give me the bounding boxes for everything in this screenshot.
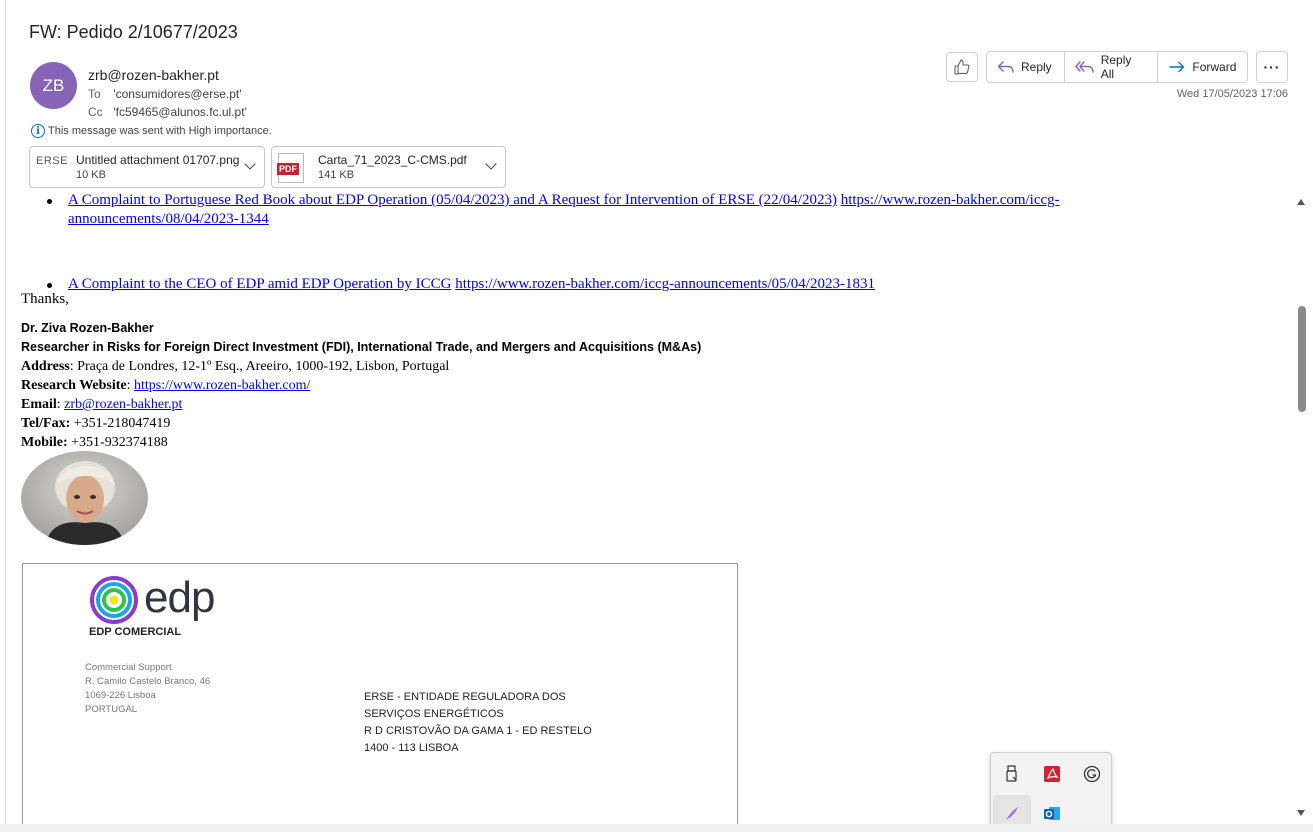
cc-row: Cc 'fc59465@alunos.fc.ul.pt' [88, 105, 247, 119]
sig-mobile: Mobile: +351-932374188 [21, 433, 701, 452]
chevron-down-icon[interactable] [244, 158, 256, 170]
thanks-text: Thanks, [21, 291, 69, 307]
edp-brand: edp [144, 573, 215, 622]
grammarly-icon[interactable] [1073, 755, 1111, 793]
list-item: A Complaint to Portuguese Red Book about… [47, 191, 1158, 229]
signature-photo [21, 451, 148, 545]
importance-text: This message was sent with High importan… [48, 125, 272, 137]
forward-arrow-icon [1169, 61, 1185, 73]
reply-button[interactable]: Reply [987, 52, 1064, 82]
signature: Dr. Ziva Rozen-Bakher Researcher in Risk… [21, 319, 701, 452]
address-label: Address [21, 359, 70, 374]
acrobat-icon[interactable] [1033, 755, 1071, 793]
iccg-url-link-2[interactable]: https://www.rozen-bakher.com/iccg-announ… [455, 276, 875, 292]
chevron-down-icon[interactable] [485, 158, 497, 170]
pdf-badge: PDF [277, 163, 299, 175]
complaint-ceo-link[interactable]: A Complaint to the CEO of EDP amid EDP O… [68, 276, 451, 292]
edp-company: EDP COMERCIAL [89, 626, 182, 638]
pane-divider [5, 0, 6, 832]
scrollbar-thumb[interactable] [1298, 306, 1306, 412]
sender-address[interactable]: zrb@rozen-bakher.pt [88, 67, 219, 83]
complaint-red-book-link[interactable]: A Complaint to Portuguese Red Book about… [68, 192, 837, 208]
message-actions: Reply Reply All Forward [986, 51, 1248, 83]
more-actions-button[interactable]: ··· [1256, 51, 1288, 83]
thumbs-up-icon [954, 59, 970, 75]
sig-name: Dr. Ziva Rozen-Bakher [21, 321, 154, 335]
attachment-png[interactable]: ERSE Untitled attachment 01707.png 10 KB [29, 146, 265, 188]
sent-date: Wed 17/05/2023 17:06 [1176, 88, 1288, 100]
tel-label: Tel/Fax: [21, 416, 71, 431]
recipient-line: ERSE - ENTIDADE REGULADORA DOS [364, 691, 566, 703]
sender-line: 1069-226 Lisboa [85, 690, 156, 701]
to-row: To 'consumidores@erse.pt' [88, 87, 242, 101]
letter-recipient: ERSE - ENTIDADE REGULADORA DOS SERVIÇOS … [364, 689, 592, 757]
sig-address: Address: Praça de Londres, 12-1º Esq., A… [21, 357, 701, 376]
importance-notice: i This message was sent with High import… [31, 124, 272, 138]
letter-sender: Commercial Support R. Camilo Castelo Bra… [85, 661, 210, 717]
sig-email: Email: zrb@rozen-bakher.pt [21, 397, 183, 412]
scroll-down-arrow[interactable] [1297, 810, 1305, 816]
pdf-icon: PDF [277, 153, 304, 183]
sender-line: PORTUGAL [85, 704, 138, 715]
system-tray-overflow [990, 752, 1112, 832]
reply-all-icon [1075, 61, 1094, 73]
address-value: : Praça de Londres, 12-1º Esq., Areeiro,… [69, 359, 450, 374]
usb-drive-icon[interactable] [993, 755, 1031, 793]
attachment-pdf[interactable]: PDF Carta_71_2023_C-CMS.pdf 141 KB [271, 146, 506, 188]
tel-value: +351-218047419 [70, 416, 171, 431]
forward-button[interactable]: Forward [1157, 52, 1247, 82]
mobile-value: +351-932374188 [67, 435, 168, 450]
iccg-url-link-1-cont[interactable]: announcements/08/04/2023-1344 [68, 211, 269, 227]
edp-logo-icon [90, 576, 138, 624]
cc-recipient[interactable]: 'fc59465@alunos.fc.ul.pt' [113, 105, 247, 119]
mobile-label: Mobile: [21, 435, 68, 450]
recipient-line: SERVIÇOS ENERGÉTICOS [364, 708, 504, 720]
info-icon: i [31, 124, 45, 138]
email-link[interactable]: zrb@rozen-bakher.pt [64, 397, 182, 412]
letter-preview: edp EDP COMERCIAL Commercial Support R. … [22, 563, 738, 832]
email-subject: FW: Pedido 2/10677/2023 [29, 22, 238, 42]
erse-thumb-text: ERSE [36, 155, 68, 167]
cc-label: Cc [88, 105, 103, 119]
reply-all-label: Reply All [1100, 53, 1132, 81]
attachment-size: 10 KB [76, 169, 106, 181]
sender-line: R. Camilo Castelo Branco, 46 [85, 676, 211, 687]
sender-line: Commercial Support [85, 662, 172, 673]
erse-thumbnail: ERSE [36, 155, 68, 181]
sig-title: Researcher in Risks for Foreign Direct I… [21, 340, 702, 354]
recipient-line: 1400 - 113 LISBOA [364, 742, 459, 754]
sender-avatar[interactable]: ZB [30, 62, 77, 109]
to-recipient[interactable]: 'consumidores@erse.pt' [113, 87, 241, 101]
sig-tel: Tel/Fax: +351-218047419 [21, 414, 701, 433]
announcement-list: A Complaint to Portuguese Red Book about… [47, 190, 1158, 292]
email-label: Email [21, 397, 57, 412]
attachment-name: Untitled attachment 01707.png [76, 153, 240, 167]
list-item: A Complaint to the CEO of EDP amid EDP O… [47, 275, 1158, 294]
website-link[interactable]: https://www.rozen-bakher.com/ [134, 378, 310, 393]
reply-icon [997, 61, 1014, 73]
recipient-line: R D CRISTOVÃO DA GAMA 1 - ED RESTELO [364, 725, 592, 737]
sig-website: Research Website: https://www.rozen-bakh… [21, 378, 311, 393]
website-label: Research Website [21, 378, 127, 393]
scroll-up-arrow[interactable] [1297, 199, 1305, 205]
status-bar [0, 824, 1313, 832]
attachment-size: 141 KB [318, 169, 355, 181]
like-button[interactable] [946, 52, 978, 82]
iccg-url-link-1[interactable]: https://www.rozen-bakher.com/iccg- [841, 192, 1060, 208]
reply-all-button[interactable]: Reply All [1063, 52, 1158, 82]
to-label: To [88, 87, 101, 101]
reply-label: Reply [1021, 60, 1052, 74]
forward-label: Forward [1192, 60, 1237, 74]
attachment-name: Carta_71_2023_C-CMS.pdf [318, 153, 467, 167]
